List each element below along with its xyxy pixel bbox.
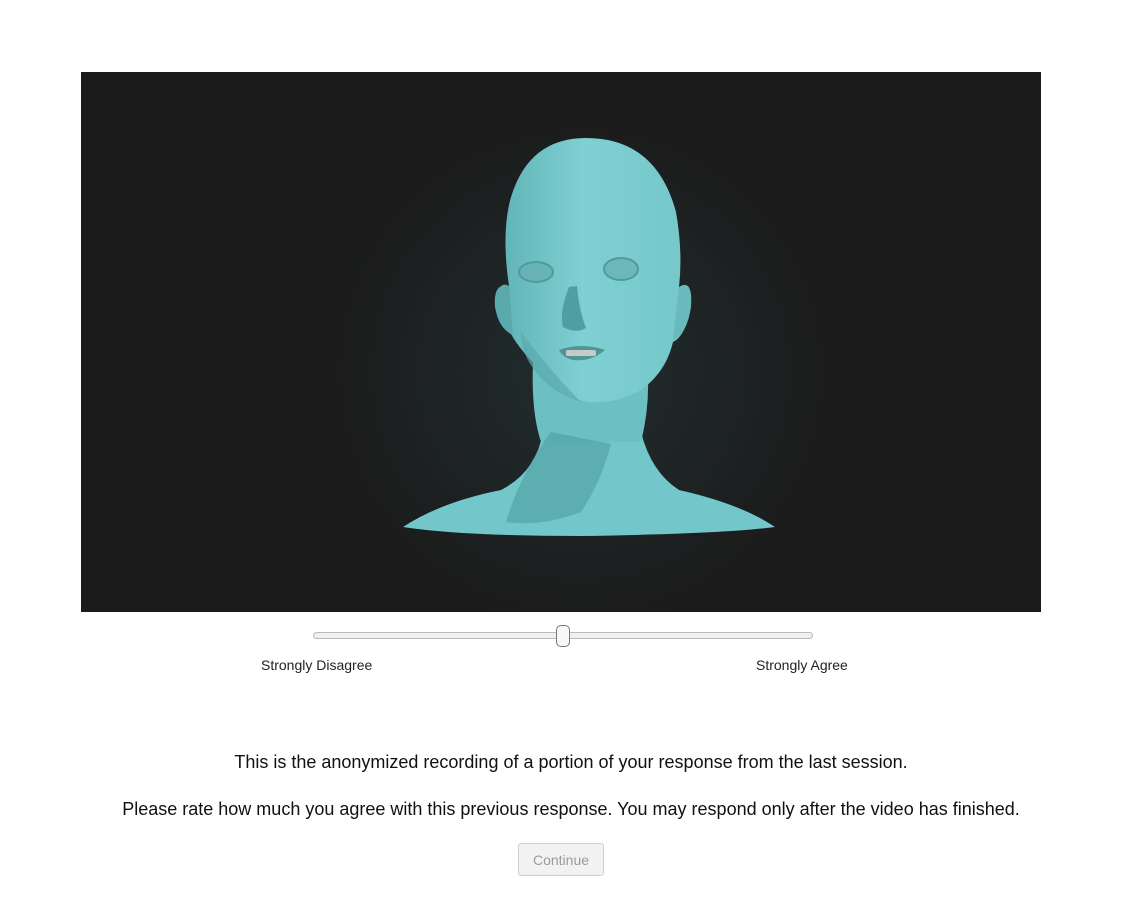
avatar-video-frame: [81, 72, 1041, 612]
continue-button[interactable]: Continue: [518, 843, 604, 876]
instruction-text-2: Please rate how much you agree with this…: [122, 799, 1020, 819]
video-player: [81, 72, 1041, 612]
slider-max-label: Strongly Agree: [756, 657, 848, 673]
rating-slider-thumb[interactable]: [556, 625, 570, 647]
slider-min-label: Strongly Disagree: [261, 657, 373, 673]
instruction-text-1: This is the anonymized recording of a po…: [234, 752, 908, 772]
